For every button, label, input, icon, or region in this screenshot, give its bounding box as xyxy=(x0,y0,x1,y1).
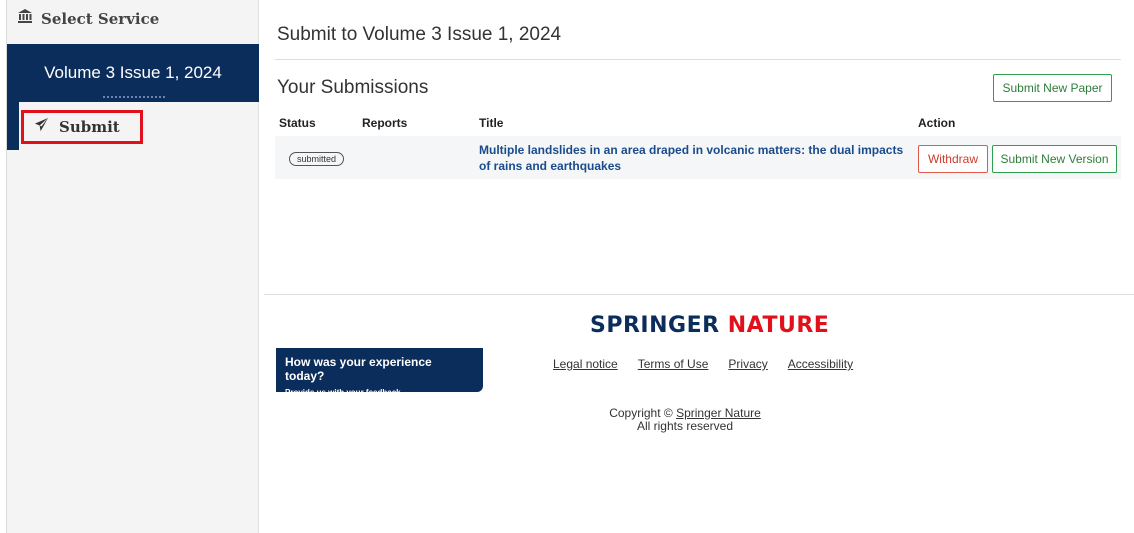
terms-of-use-link[interactable]: Terms of Use xyxy=(638,357,709,371)
status-badge: submitted xyxy=(289,152,344,166)
select-service-label: Select Service xyxy=(41,9,160,28)
legal-notice-link[interactable]: Legal notice xyxy=(553,357,618,371)
springer-nature-copyright-link[interactable]: Springer Nature xyxy=(676,406,761,420)
accessibility-link[interactable]: Accessibility xyxy=(788,357,853,371)
volume-title: Volume 3 Issue 1, 2024 xyxy=(44,63,222,82)
submit-new-paper-button[interactable]: Submit New Paper xyxy=(993,74,1112,102)
volume-subtitle-obscured xyxy=(103,96,165,98)
select-service-header[interactable]: Select Service xyxy=(17,8,159,29)
footer-divider xyxy=(264,294,1134,295)
submissions-heading: Your Submissions xyxy=(277,77,429,98)
active-nav-accent xyxy=(7,102,19,150)
paper-plane-icon xyxy=(34,117,49,137)
column-header-action: Action xyxy=(918,116,956,130)
springer-nature-logo: SPRINGER NATURE xyxy=(590,313,829,338)
submission-title-link[interactable]: Multiple landslides in an area draped in… xyxy=(479,142,911,174)
institution-icon xyxy=(17,8,33,29)
privacy-link[interactable]: Privacy xyxy=(728,357,767,371)
page: Select Service Volume 3 Issue 1, 2024 Su… xyxy=(0,0,1134,533)
logo-text-nature: NATURE xyxy=(727,313,830,338)
sidebar-item-submit-label: Submit xyxy=(59,118,120,136)
feedback-subtext: Provide us with your feedback. xyxy=(285,388,403,397)
column-header-title: Title xyxy=(479,116,504,130)
logo-text-springer: SPRINGER xyxy=(590,313,720,338)
sidebar: Select Service Volume 3 Issue 1, 2024 Su… xyxy=(6,0,259,533)
footer-links: Legal notice Terms of Use Privacy Access… xyxy=(553,357,853,371)
withdraw-button[interactable]: Withdraw xyxy=(918,145,988,173)
copyright: Copyright © Springer Nature All rights r… xyxy=(560,407,810,433)
rights-text: All rights reserved xyxy=(636,419,734,433)
page-title: Submit to Volume 3 Issue 1, 2024 xyxy=(277,24,562,45)
volume-banner: Volume 3 Issue 1, 2024 xyxy=(7,44,259,102)
submit-new-version-button[interactable]: Submit New Version xyxy=(992,145,1117,173)
feedback-widget[interactable]: How was your experience today? Provide u… xyxy=(276,348,483,397)
title-divider xyxy=(275,59,1121,60)
column-header-status: Status xyxy=(279,116,316,130)
feedback-question: How was your experience today? xyxy=(285,355,432,383)
column-header-reports: Reports xyxy=(362,116,408,130)
copyright-prefix: Copyright © xyxy=(609,406,673,420)
sidebar-item-submit[interactable]: Submit xyxy=(21,110,143,144)
